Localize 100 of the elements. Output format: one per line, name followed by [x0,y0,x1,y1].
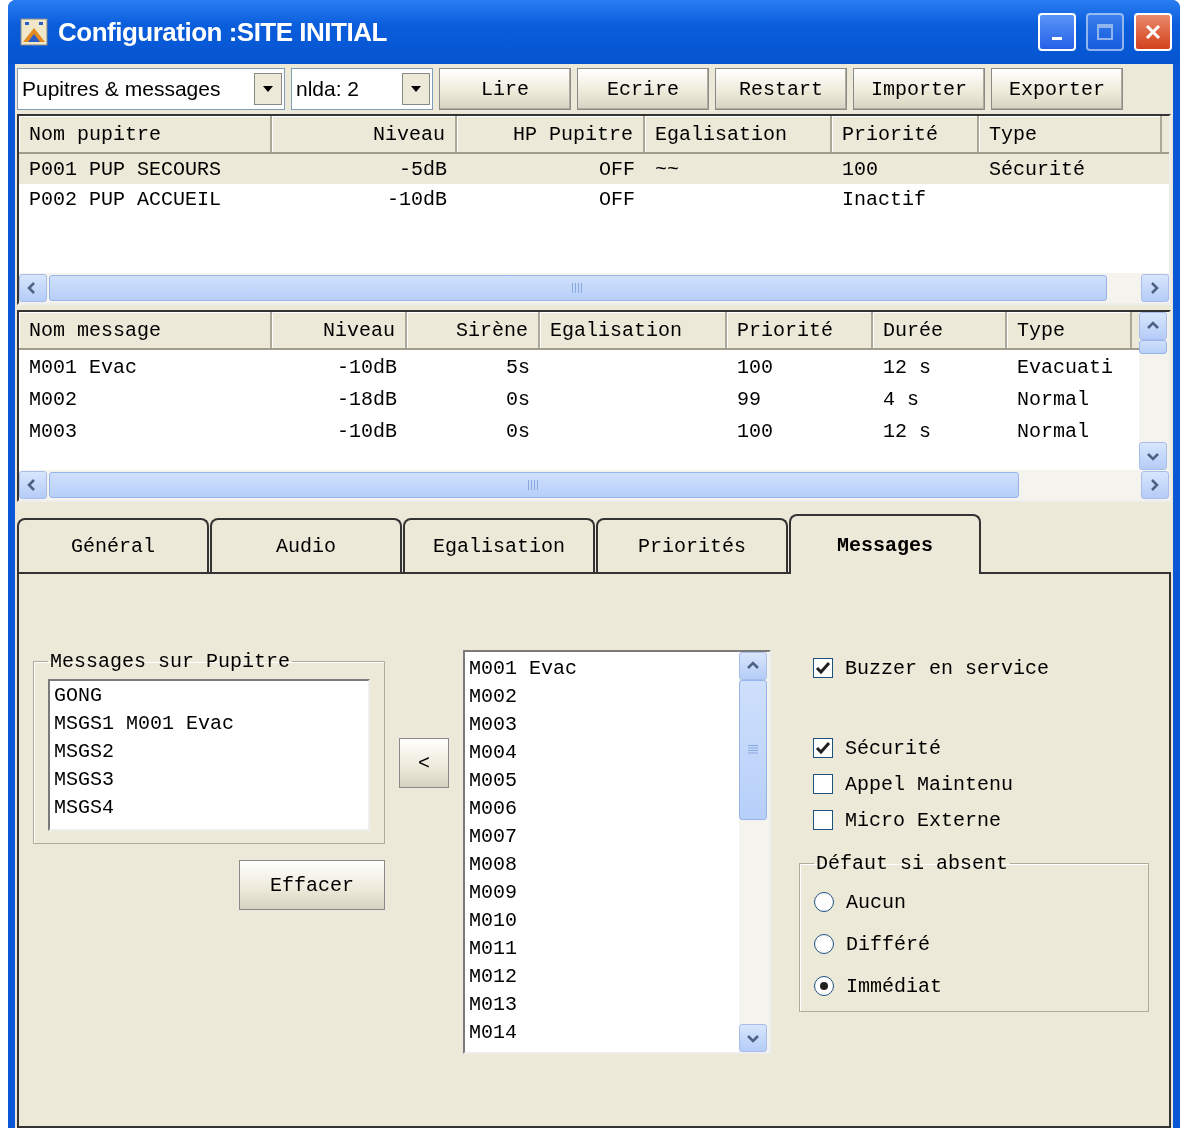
list-item[interactable]: M010 [465,906,739,934]
table-cell-text: P002 PUP ACCUEIL [28,186,223,213]
table-cell-text: Evacuati [1016,354,1114,381]
list-item[interactable]: GONG [50,681,368,709]
available-messages-list[interactable]: M001 Evac M002 M003 M004 M005 M006 M007 M008 M009 M010 M011 M012 M013 M014 [463,650,771,1054]
maximize-button[interactable] [1086,13,1124,51]
table-row[interactable]: P002 PUP ACCUEIL -10dB OFF Inactif [19,184,1169,214]
column-header[interactable]: Nom pupitre [19,116,272,152]
table-cell-text: -10dB [386,186,448,213]
list-item[interactable]: M013 [465,990,739,1018]
grip-icon [572,283,584,293]
checkbox[interactable] [813,658,833,678]
list-item[interactable]: M006 [465,794,739,822]
list-item[interactable]: M009 [465,878,739,906]
table-cell-text: -5dB [398,156,448,183]
scroll-left-button[interactable] [19,274,47,302]
vertical-scrollbar[interactable] [739,652,769,1052]
table-row[interactable]: P001 PUP SECOURS -5dB OFF ~~ 100 Sécurité [19,154,1169,184]
column-header[interactable]: Nom message [19,312,272,348]
toolbar-button[interactable]: Ecrire [577,68,709,110]
assigned-messages-list[interactable]: GONG MSGS1 M001 Evac MSGS2 MSGS3 MSGS4 [48,679,370,831]
list-item[interactable]: M005 [465,766,739,794]
checkbox[interactable] [813,738,833,758]
column-header[interactable]: Sirène [407,312,540,348]
toolbar-button[interactable]: Exporter [991,68,1123,110]
vertical-scrollbar[interactable] [1139,312,1169,470]
list-item[interactable]: M014 [465,1018,739,1046]
column-header[interactable]: Type [1007,312,1132,348]
group-title: Messages sur Pupitre [49,650,292,673]
column-header[interactable]: Priorité [727,312,873,348]
table-cell-text: P001 PUP SECOURS [28,156,223,183]
tab[interactable]: Egalisation [403,518,595,572]
list-item[interactable]: MSGS1 M001 Evac [50,709,368,737]
checkmark-icon [815,660,831,676]
list-item[interactable]: MSGS3 [50,765,368,793]
scroll-right-button[interactable] [1141,274,1169,302]
list-item[interactable]: MSGS4 [50,793,368,821]
toolbar-button[interactable]: Lire [439,68,571,110]
radio-button[interactable] [814,892,834,912]
tab[interactable]: Priorités [596,518,788,572]
column-header[interactable]: Durée [873,312,1007,348]
list-item[interactable]: MSGS2 [50,737,368,765]
table-cell-text: M003 [28,418,78,445]
minimize-button[interactable] [1038,13,1076,51]
radio-button[interactable] [814,976,834,996]
checkbox-label: Buzzer en service [845,656,1050,680]
scrollbar-thumb[interactable] [1139,340,1167,354]
list-item[interactable]: M007 [465,822,739,850]
column-header[interactable]: Egalisation [645,116,832,152]
table-cell-text: Inactif [841,186,927,213]
list-item[interactable]: M012 [465,962,739,990]
checkbox-label: Appel Maintenu [845,772,1014,796]
checkbox[interactable] [813,810,833,830]
scrollbar-thumb[interactable] [49,472,1019,498]
table-cell-text: 100 [736,418,774,445]
window-title: Configuration :SITE INITIAL [58,16,388,48]
list-item[interactable]: M011 [465,934,739,962]
column-header[interactable]: Niveau [272,116,457,152]
table-cell-text: 100 [841,156,879,183]
toolbar-button[interactable]: Restart [715,68,847,110]
table-cell-text: 12 s [882,418,932,445]
table-cell-text: OFF [598,156,636,183]
close-button[interactable] [1134,13,1172,51]
scroll-left-button[interactable] [19,471,47,499]
list-item[interactable]: M004 [465,738,739,766]
column-header[interactable]: Type [979,116,1162,152]
checkbox[interactable] [813,774,833,794]
horizontal-scrollbar[interactable] [19,470,1169,500]
list-item[interactable]: M002 [465,682,739,710]
tab[interactable]: Messages [789,514,981,574]
scroll-up-button[interactable] [1139,312,1167,340]
table-cell-text: -10dB [336,418,398,445]
scroll-up-button[interactable] [739,652,767,680]
scrollbar-thumb[interactable] [49,275,1107,301]
tab[interactable]: Audio [210,518,402,572]
horizontal-scrollbar[interactable] [19,273,1169,303]
column-header[interactable]: Priorité [832,116,979,152]
list-item[interactable]: M003 [465,710,739,738]
scroll-down-button[interactable] [1139,442,1167,470]
scrollbar-thumb[interactable] [739,680,767,820]
table-cell-text: M001 Evac [28,354,139,381]
table-cell-text: ~~ [654,156,680,183]
scroll-down-button[interactable] [739,1024,767,1052]
list-item[interactable]: M008 [465,850,739,878]
clear-button[interactable]: Effacer [239,860,385,910]
move-left-button[interactable]: < [399,738,449,788]
column-header[interactable]: HP Pupitre [457,116,645,152]
scroll-right-button[interactable] [1141,471,1169,499]
caret-icon [262,85,274,93]
column-header[interactable]: Niveau [272,312,407,348]
view-dropdown[interactable]: Pupitres & messages [17,68,285,110]
radio-label: Différé [846,932,930,956]
grip-icon [528,480,540,490]
nlda-dropdown[interactable]: nlda: 2 [291,68,433,110]
radio-button[interactable] [814,934,834,954]
toolbar-button[interactable]: Importer [853,68,985,110]
tab[interactable]: Général [17,518,209,572]
list-item[interactable]: M001 Evac [465,654,739,682]
column-header[interactable]: Egalisation [540,312,727,348]
group-title: Défaut si absent [815,852,1010,875]
